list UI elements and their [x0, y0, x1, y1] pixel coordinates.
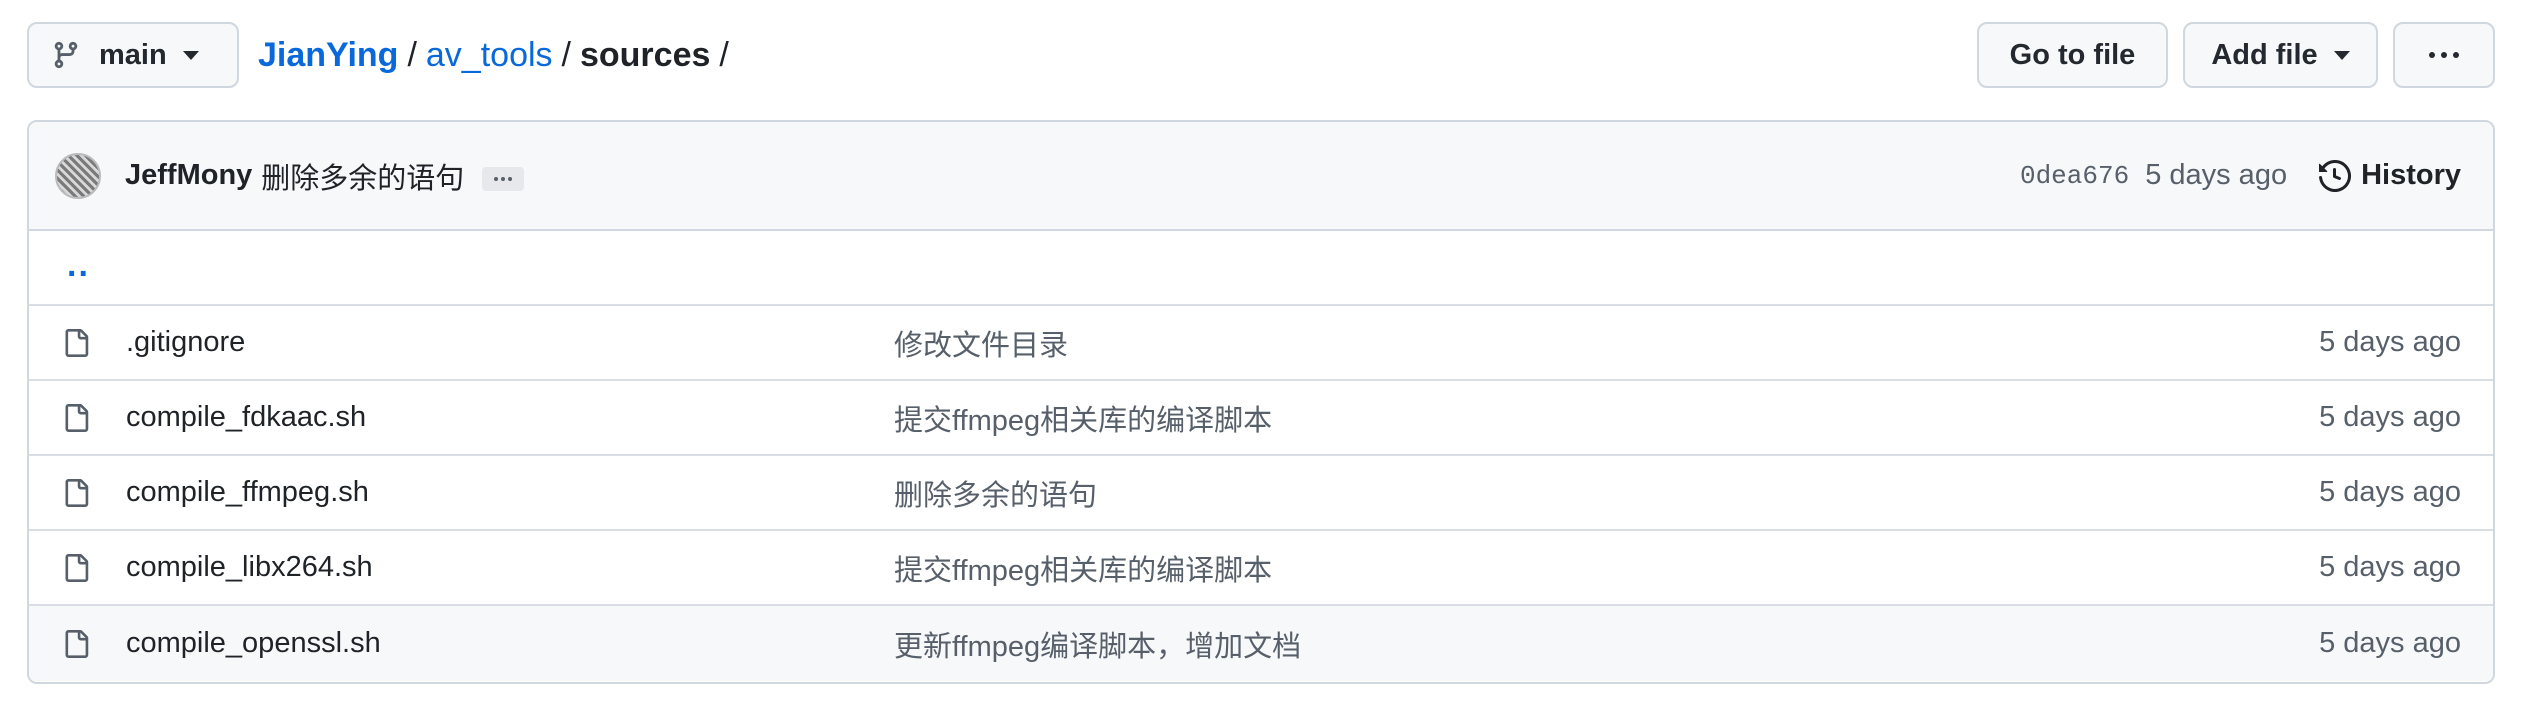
file-name-link[interactable]: compile_libx264.sh	[126, 551, 894, 584]
commit-author-link[interactable]: JeffMony	[125, 159, 252, 192]
file-browser: JeffMony 删除多余的语句 0dea676 5 days ago Hist…	[27, 120, 2495, 684]
history-icon	[2319, 159, 2352, 192]
commit-meta: 0dea676 5 days ago History	[2020, 159, 2461, 192]
branch-label: main	[99, 38, 167, 71]
breadcrumb-repo-link[interactable]: av_tools	[426, 22, 553, 88]
page: main JianYing / av_tools / sources / Go …	[0, 0, 2546, 708]
file-commit-time: 5 days ago	[2319, 326, 2461, 358]
expand-commit-message-button[interactable]	[482, 166, 525, 191]
chevron-down-icon	[182, 50, 199, 60]
file-icon	[65, 403, 89, 432]
breadcrumb-owner-link[interactable]: JianYing	[258, 22, 398, 88]
history-link[interactable]: History	[2319, 159, 2461, 192]
go-to-file-button[interactable]: Go to file	[1977, 22, 2168, 88]
file-commit-time: 5 days ago	[2319, 401, 2461, 433]
file-commit-message-link[interactable]: 修改文件目录	[894, 322, 2319, 364]
repo-actions: Go to file Add file	[1977, 22, 2495, 88]
commit-message-link[interactable]: 删除多余的语句	[261, 155, 464, 197]
breadcrumb-separator: /	[561, 36, 571, 74]
file-name-link[interactable]: compile_fdkaac.sh	[126, 401, 894, 434]
latest-commit-header: JeffMony 删除多余的语句 0dea676 5 days ago Hist…	[29, 122, 2493, 231]
commit-time: 5 days ago	[2145, 159, 2288, 191]
breadcrumb-current-folder: sources	[579, 36, 711, 74]
file-icon	[65, 553, 89, 582]
history-label: History	[2361, 159, 2461, 191]
file-icon	[65, 328, 89, 357]
file-row[interactable]: compile_ffmpeg.sh 删除多余的语句 5 days ago	[29, 456, 2493, 531]
file-name-link[interactable]: compile_ffmpeg.sh	[126, 476, 894, 509]
chevron-down-icon	[2333, 50, 2350, 60]
file-name-link[interactable]: compile_openssl.sh	[126, 627, 894, 660]
file-row[interactable]: .gitignore 修改文件目录 5 days ago	[29, 306, 2493, 381]
file-row[interactable]: compile_fdkaac.sh 提交ffmpeg相关库的编译脚本 5 day…	[29, 381, 2493, 456]
file-commit-time: 5 days ago	[2319, 551, 2461, 583]
more-options-button[interactable]	[2393, 22, 2495, 88]
file-name-link[interactable]: .gitignore	[126, 326, 894, 359]
file-icon	[65, 478, 89, 507]
commit-sha-link[interactable]: 0dea676	[2020, 161, 2129, 191]
file-list: .gitignore 修改文件目录 5 days ago compile_fdk…	[29, 306, 2493, 681]
add-file-label: Add file	[2211, 38, 2318, 71]
add-file-button[interactable]: Add file	[2183, 22, 2378, 88]
breadcrumb-separator: /	[407, 36, 417, 74]
avatar[interactable]	[55, 152, 101, 199]
file-icon	[65, 629, 89, 658]
breadcrumb: JianYing / av_tools / sources /	[258, 22, 738, 88]
parent-directory-row[interactable]: ..	[29, 231, 2493, 306]
file-commit-message-link[interactable]: 删除多余的语句	[894, 472, 2319, 514]
file-commit-message-link[interactable]: 提交ffmpeg相关库的编译脚本	[894, 397, 2319, 439]
breadcrumb-separator: /	[719, 36, 729, 74]
file-commit-time: 5 days ago	[2319, 627, 2461, 659]
file-row[interactable]: compile_openssl.sh 更新ffmpeg编译脚本，增加文档 5 d…	[29, 606, 2493, 681]
file-commit-message-link[interactable]: 提交ffmpeg相关库的编译脚本	[894, 547, 2319, 589]
parent-directory-link[interactable]: ..	[67, 248, 90, 282]
file-commit-time: 5 days ago	[2319, 476, 2461, 508]
git-branch-icon	[54, 41, 78, 69]
branch-selector-button[interactable]: main	[27, 22, 239, 88]
top-bar: main JianYing / av_tools / sources / Go …	[27, 22, 2495, 88]
file-row[interactable]: compile_libx264.sh 提交ffmpeg相关库的编译脚本 5 da…	[29, 531, 2493, 606]
file-commit-message-link[interactable]: 更新ffmpeg编译脚本，增加文档	[894, 623, 2319, 665]
kebab-horizontal-icon	[2429, 52, 2459, 58]
